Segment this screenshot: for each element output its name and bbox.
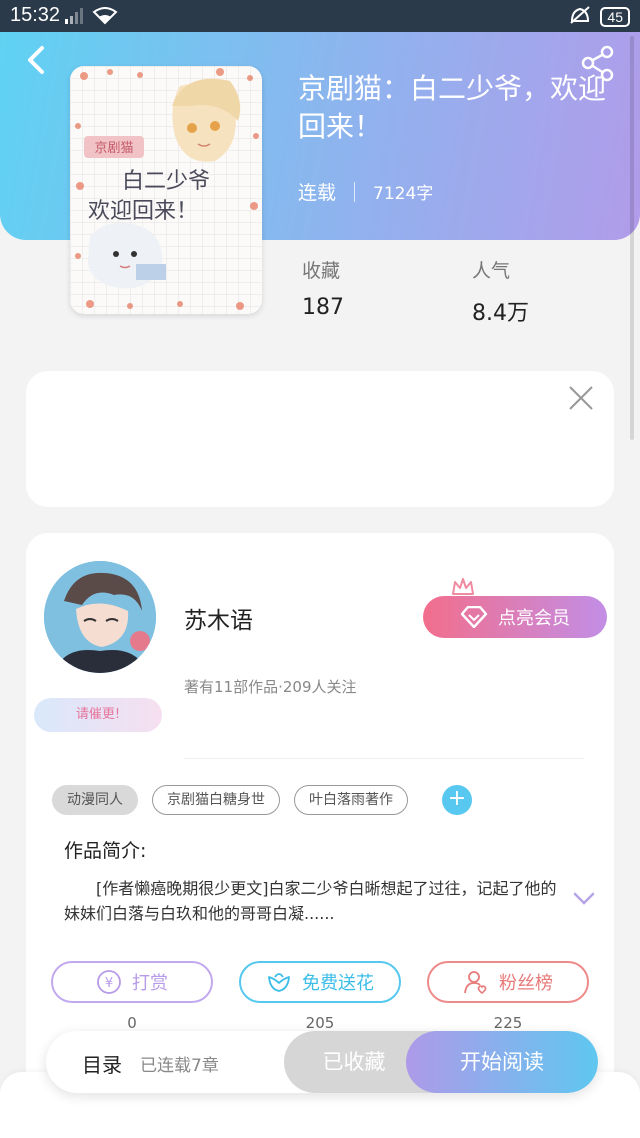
send-flower-button[interactable]: 免费送花 <box>239 961 401 1003</box>
wifi-icon <box>92 7 118 29</box>
urge-update-button[interactable]: 请催更! <box>34 698 162 732</box>
send-flower-button-label: 免费送花 <box>302 973 374 994</box>
chevron-down-icon <box>573 892 595 905</box>
book-title: 京剧猫：白二少爷，欢迎回来！ <box>298 72 607 143</box>
status-time: 15:32 <box>10 4 61 26</box>
fan-ranking-button[interactable]: 粉丝榜 <box>427 961 589 1003</box>
reward-button[interactable]: ¥ 打赏 <box>51 961 213 1003</box>
tag-list: 动漫同人 京剧猫白糖身世 叶白落雨著作 + <box>52 785 472 815</box>
svg-text:欢迎回来！: 欢迎回来！ <box>88 199 198 224</box>
author-name: 苏木语 <box>184 608 253 634</box>
cover-tag: 京剧猫 <box>94 141 133 156</box>
status-bar: 15:32 45 <box>0 0 640 32</box>
avatar-image <box>44 561 156 673</box>
expand-intro-button[interactable] <box>572 891 596 907</box>
chevron-left-icon <box>28 46 44 74</box>
reward-button-label: 打赏 <box>132 973 168 994</box>
crown-icon <box>452 578 474 595</box>
add-tag-button[interactable]: + <box>442 785 472 815</box>
bottom-action-bar: 目录 已连载7章 已收藏 开始阅读 <box>46 1031 598 1093</box>
battery-indicator: 45 <box>600 7 630 27</box>
back-button[interactable] <box>18 40 58 80</box>
stat-popularity: 人气 8.4万 <box>472 256 529 327</box>
tag-item[interactable]: 京剧猫白糖身世 <box>152 785 280 815</box>
book-meta: 连载 7124字 <box>298 178 433 205</box>
user-heart-icon <box>464 971 487 995</box>
stat-popularity-value: 8.4万 <box>472 301 529 326</box>
author-info: 著有11部作品·209人关注 <box>184 678 357 696</box>
close-icon <box>569 386 593 410</box>
ad-card <box>26 371 614 507</box>
diamond-icon <box>460 606 488 628</box>
reward-count: 0 <box>127 1014 137 1032</box>
book-word-count: 7124字 <box>373 184 434 204</box>
fan-ranking-button-label: 粉丝榜 <box>499 973 553 994</box>
ad-close-button[interactable] <box>566 383 596 413</box>
divider <box>184 758 584 759</box>
cover-illustration: 京剧猫 白二少爷 欢迎回来！ <box>70 66 262 314</box>
book-status: 连载 <box>298 182 337 204</box>
toc-button[interactable]: 目录 <box>82 1049 122 1078</box>
start-reading-button[interactable]: 开始阅读 <box>406 1031 598 1093</box>
vip-button[interactable]: 点亮会员 <box>423 596 607 638</box>
stat-favorites: 收藏 187 <box>302 256 344 320</box>
scrollbar[interactable] <box>630 36 634 440</box>
flower-icon <box>268 973 290 992</box>
vip-button-label: 点亮会员 <box>498 608 570 629</box>
signal-icon <box>64 7 86 29</box>
stat-favorites-value: 187 <box>302 295 344 320</box>
tag-item[interactable]: 叶白落雨著作 <box>294 785 408 815</box>
intro-title: 作品简介: <box>64 840 147 862</box>
mute-icon <box>568 5 592 29</box>
chapter-count: 已连载7章 <box>140 1056 219 1076</box>
book-cover[interactable]: 京剧猫 白二少爷 欢迎回来！ <box>70 66 262 314</box>
flower-count: 205 <box>305 1014 335 1032</box>
author-card: 请催更! 苏木语 著有11部作品·209人关注 点亮会员 动漫同人 京剧猫白糖身… <box>26 533 614 1093</box>
fan-count: 225 <box>493 1014 523 1032</box>
author-avatar[interactable] <box>44 561 156 673</box>
meta-divider <box>354 181 356 202</box>
svg-text:白二少爷: 白二少爷 <box>122 169 210 194</box>
stat-popularity-label: 人气 <box>472 260 511 282</box>
yen-coin-icon: ¥ <box>97 970 121 994</box>
stat-favorites-label: 收藏 <box>302 260 341 282</box>
intro-text: [作者懒癌晚期很少更文]白家二少爷白晰想起了过往，记起了他的妹妹们白落与白玖和他… <box>64 879 557 923</box>
tag-item[interactable]: 动漫同人 <box>52 785 138 815</box>
svg-text:¥: ¥ <box>105 976 113 991</box>
